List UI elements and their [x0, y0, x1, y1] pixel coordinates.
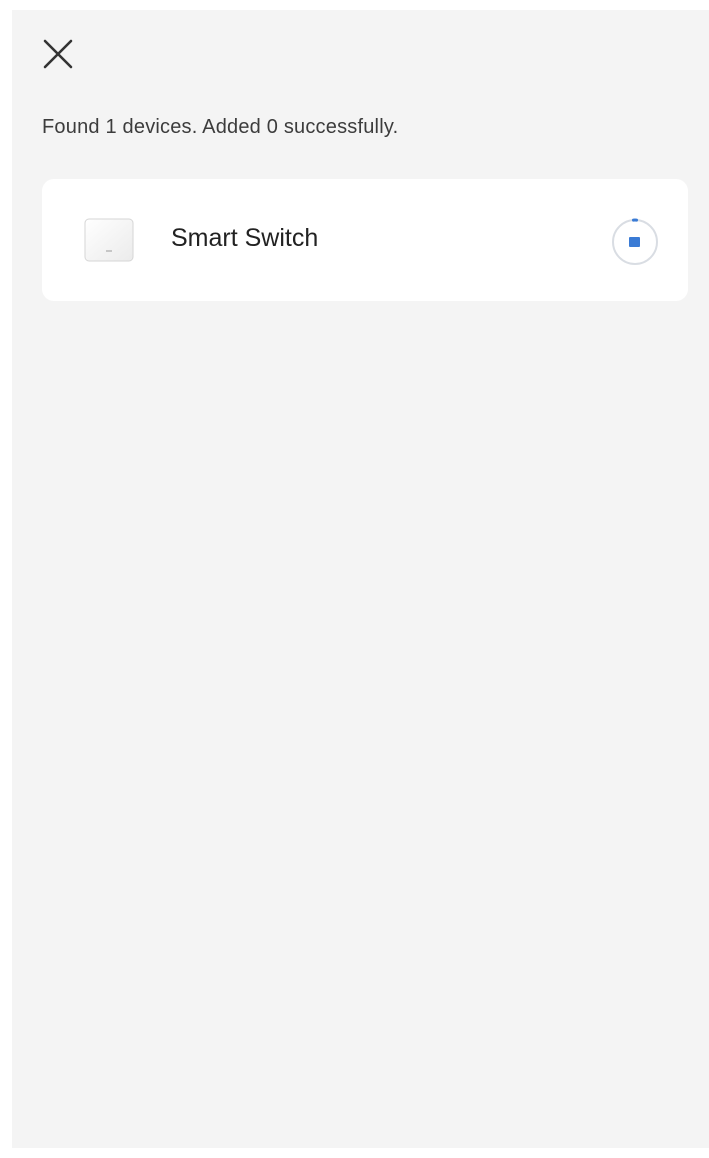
close-button[interactable] — [38, 34, 78, 74]
device-discovery-screen: Found 1 devices. Added 0 successfully. S… — [12, 10, 709, 1148]
switch-device-icon — [83, 217, 135, 263]
progress-stop-icon — [612, 218, 658, 265]
add-progress-button[interactable] — [609, 216, 661, 268]
close-icon — [43, 39, 73, 69]
device-name: Smart Switch — [171, 224, 319, 252]
discovery-status-text: Found 1 devices. Added 0 successfully. — [42, 116, 399, 138]
device-list-item[interactable]: Smart Switch — [42, 179, 688, 301]
